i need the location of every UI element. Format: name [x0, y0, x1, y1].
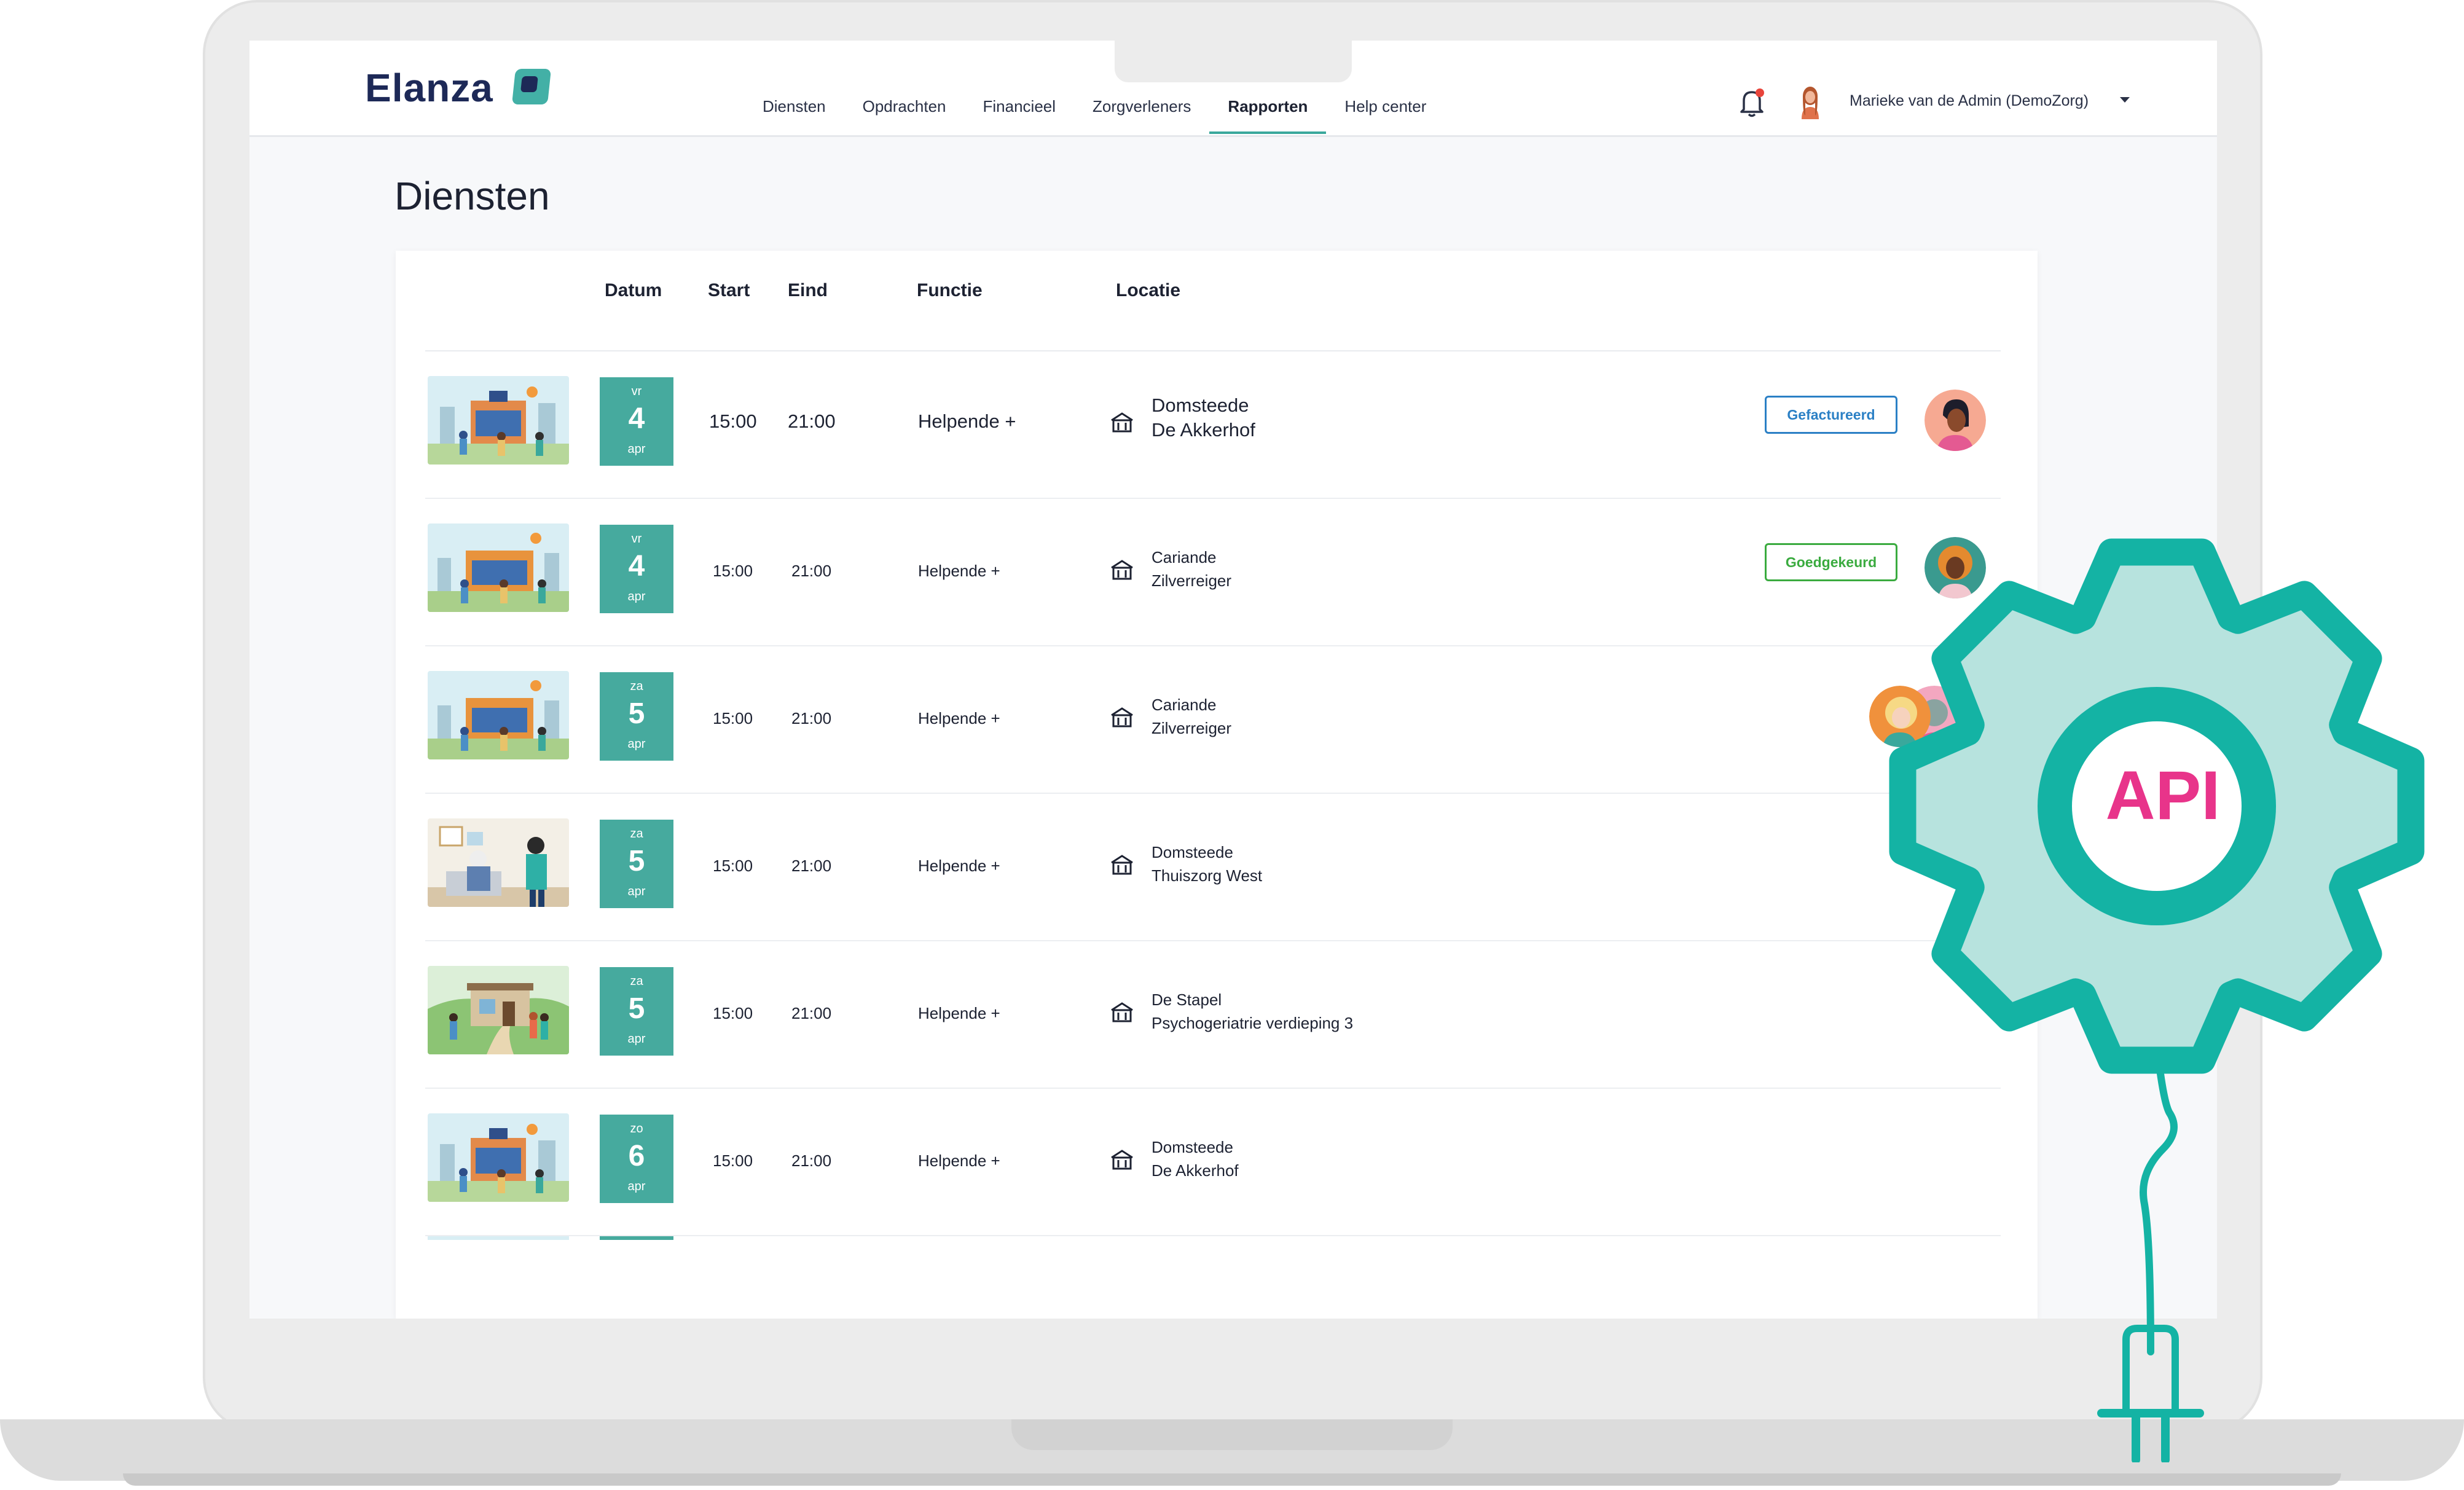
table-row[interactable]: za 5 apr 15:00 21:00 Helpende + Cariande Zi… — [396, 646, 2038, 794]
end-time: 21:00 — [791, 1151, 832, 1170]
date-badge: za 5 apr — [600, 967, 673, 1056]
building-icon — [1111, 560, 1133, 580]
chevron-down-icon[interactable] — [2120, 97, 2130, 103]
table-row[interactable]: za 5 apr 15:00 21:00 Helpende + De Stapel P… — [396, 941, 2038, 1089]
start-time: 15:00 — [709, 410, 757, 432]
column-header-locatie[interactable]: Locatie — [1116, 280, 1180, 301]
house-garden-illustration — [428, 966, 569, 1054]
camera-notch — [1115, 41, 1352, 82]
date-badge: vr 4 apr — [600, 377, 673, 466]
column-header-datum[interactable]: Datum — [605, 280, 662, 301]
location-text: Domsteede De Akkerhof — [1152, 394, 1255, 441]
function: Helpende + — [918, 1004, 1000, 1022]
notification-bell-icon[interactable] — [1739, 87, 1765, 118]
building-icon — [1111, 855, 1133, 875]
next-row-date-edge — [600, 1236, 673, 1240]
start-time: 15:00 — [713, 562, 753, 580]
laptop-trackpad-notch — [1011, 1419, 1453, 1450]
main-nav: Diensten Opdrachten Financieel Zorgverle… — [744, 97, 1445, 134]
nav-opdrachten[interactable]: Opdrachten — [844, 97, 965, 134]
end-time: 21:00 — [791, 857, 832, 875]
location-text: De Stapel Psychogeriatrie verdieping 3 — [1152, 990, 1354, 1032]
shifts-table: Datum Start Eind Functie Locatie vr 4 apr … — [396, 251, 2038, 1319]
user-avatar[interactable] — [1798, 85, 1822, 119]
care-facility-illustration — [428, 523, 569, 612]
function: Helpende + — [918, 410, 1016, 432]
building-icon — [1111, 707, 1133, 727]
column-header-start[interactable]: Start — [708, 280, 750, 301]
location-text: Cariande Zilverreiger — [1152, 548, 1232, 590]
function: Helpende + — [918, 562, 1000, 580]
logo-text[interactable]: Elanza — [365, 65, 493, 111]
api-label: API — [2105, 757, 2221, 834]
date-badge: vr 4 apr — [600, 525, 673, 613]
date-badge: zo 6 apr — [600, 1115, 673, 1203]
table-row[interactable]: vr 4 apr 15:00 21:00 Helpende + Cariande Zi… — [396, 499, 2038, 646]
page-title: Diensten — [394, 174, 550, 218]
logo-icon — [511, 69, 552, 104]
nav-financieel[interactable]: Financieel — [965, 97, 1075, 134]
end-time: 21:00 — [791, 1004, 832, 1022]
status-badge[interactable]: Goedgekeurd — [1765, 543, 1897, 581]
start-time: 15:00 — [713, 1151, 753, 1170]
next-row-thumb-edge — [428, 1236, 569, 1240]
location-text: Cariande Zilverreiger — [1152, 696, 1232, 737]
home-care-illustration — [428, 818, 569, 907]
table-row[interactable]: za 5 apr 15:00 21:00 Helpende + Domsteede T… — [396, 794, 2038, 941]
table-row[interactable]: zo 6 apr 15:00 21:00 Helpende + Domsteede D… — [396, 1089, 2038, 1236]
care-facility-illustration — [428, 376, 569, 465]
location-text: Domsteede Thuiszorg West — [1152, 843, 1263, 885]
column-header-eind[interactable]: Eind — [788, 280, 828, 301]
care-facility-illustration — [428, 1113, 569, 1202]
nav-diensten[interactable]: Diensten — [744, 97, 844, 134]
function: Helpende + — [918, 857, 1000, 875]
person-dark-hair-avatar[interactable] — [1925, 390, 1986, 451]
building-icon — [1111, 1150, 1133, 1170]
building-icon — [1111, 1002, 1133, 1022]
user-menu-name[interactable]: Marieke van de Admin (DemoZorg) — [1850, 92, 2089, 110]
nav-zorgverleners[interactable]: Zorgverleners — [1074, 97, 1209, 134]
nav-help-center[interactable]: Help center — [1326, 97, 1445, 134]
nav-rapporten[interactable]: Rapporten — [1209, 97, 1327, 134]
start-time: 15:00 — [713, 1004, 753, 1022]
location-text: Domsteede De Akkerhof — [1152, 1138, 1239, 1180]
start-time: 15:00 — [713, 709, 753, 727]
plug-cable-icon — [2097, 1045, 2204, 1462]
end-time: 21:00 — [791, 562, 832, 580]
date-badge: za 5 apr — [600, 820, 673, 908]
function: Helpende + — [918, 1151, 1000, 1170]
building-icon — [1111, 412, 1133, 433]
function: Helpende + — [918, 709, 1000, 727]
start-time: 15:00 — [713, 857, 753, 875]
date-badge: za 5 apr — [600, 672, 673, 761]
status-badge[interactable]: Gefactureerd — [1765, 396, 1897, 434]
end-time: 21:00 — [791, 709, 832, 727]
laptop-base-lip — [123, 1473, 2341, 1486]
end-time: 21:00 — [788, 410, 836, 432]
table-row[interactable]: vr 4 apr 15:00 21:00 Helpende + Domsteede D… — [396, 351, 2038, 499]
column-header-functie[interactable]: Functie — [917, 280, 983, 301]
care-facility-illustration — [428, 671, 569, 759]
